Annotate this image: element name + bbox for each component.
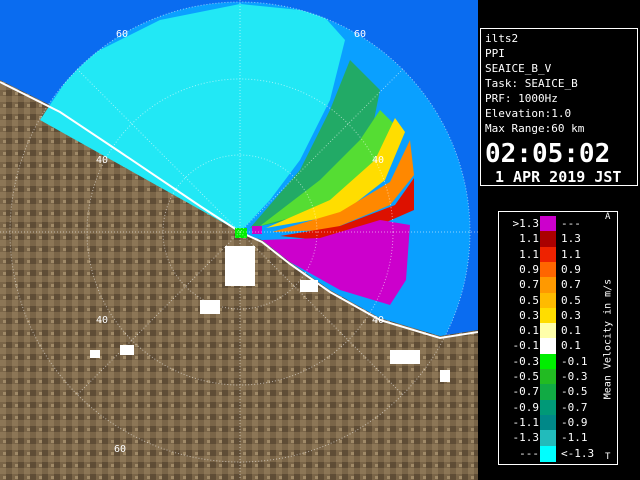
legend-upper-bound: 0.9 [561, 262, 581, 276]
legend-lower-bound: 0.7 [519, 278, 539, 292]
radar-ppi-display[interactable]: 60 60 40 40 40 40 60 [0, 0, 478, 480]
legend-swatch [540, 399, 556, 416]
legend-swatch [540, 277, 556, 294]
legend-swatch [540, 246, 556, 263]
elevation-value: Elevation:1.0 [485, 107, 572, 120]
legend-top-marker: A [605, 212, 611, 222]
scan-mode: PPI [485, 47, 505, 60]
legend-swatch [540, 369, 556, 385]
legend-upper-bound: 1.1 [561, 247, 581, 261]
task-name: Task: SEAICE_B [485, 77, 578, 90]
legend-upper-bound: 0.3 [561, 308, 581, 322]
legend-lower-bound: -0.1 [512, 339, 540, 353]
legend-swatch [540, 384, 556, 401]
legend-upper-bound: -0.1 [561, 354, 588, 368]
radar-name: ilts2 [485, 32, 519, 45]
legend-swatch [540, 307, 556, 324]
legend-lower-bound: 0.5 [519, 293, 539, 307]
velocity-legend: >1.3 --- 1.1 1.3 1.1 1.1 0.9 0.9 0.7 0.7 0.5 0.5 0.3… [498, 211, 618, 465]
legend-swatch [540, 292, 556, 309]
legend-lower-bound: -0.7 [512, 385, 540, 399]
legend-lower-bound: --- [519, 446, 539, 460]
legend-upper-bound: -0.5 [561, 385, 588, 399]
legend-swatch [540, 323, 556, 340]
legend-lower-bound: 0.3 [519, 308, 539, 322]
legend-swatch [540, 338, 556, 355]
legend-upper-bound: 0.5 [561, 293, 581, 307]
legend-upper-bound: 0.7 [561, 278, 581, 292]
legend-upper-bound: 1.3 [561, 232, 581, 246]
legend-swatch [540, 261, 556, 278]
legend-lower-bound: 1.1 [519, 247, 539, 261]
legend-upper-bound: --- [561, 217, 581, 230]
legend-upper-bound: -1.1 [561, 431, 588, 445]
legend-upper-bound: <-1.3 [561, 446, 595, 460]
range-label: 60 [114, 444, 126, 455]
legend-lower-bound: -1.3 [512, 431, 540, 445]
scan-date: 1 APR 2019 JST [495, 168, 622, 186]
range-label: 40 [96, 155, 108, 166]
legend-lower-bound: >1.3 [512, 217, 540, 230]
legend-bottom-marker: T [605, 452, 611, 462]
legend-upper-bound: -0.3 [561, 370, 588, 383]
product-name: SEAICE_B_V [485, 62, 552, 75]
radar-info-panel: ilts2 PPI SEAICE_B_V Task: SEAICE_B PRF:… [480, 28, 638, 186]
legend-swatch [540, 216, 556, 232]
legend-lower-bound: 0.1 [519, 324, 539, 338]
legend-swatch [540, 414, 556, 431]
range-label: 40 [96, 315, 108, 326]
legend-lower-bound: -0.9 [512, 400, 540, 414]
legend-swatch [540, 430, 556, 447]
legend-upper-bound: 0.1 [561, 324, 581, 338]
legend-lower-bound: 1.1 [519, 232, 539, 246]
max-range-value: Max Range:60 km [485, 122, 585, 135]
range-label: 40 [372, 315, 384, 326]
scan-time: 02:05:02 [485, 139, 611, 169]
range-label: 60 [354, 29, 366, 40]
prf-value: PRF: 1000Hz [485, 92, 558, 105]
legend-swatch [540, 353, 556, 370]
range-label: 40 [372, 155, 384, 166]
legend-swatch [540, 231, 556, 248]
legend-lower-bound: -0.5 [512, 370, 540, 383]
legend-swatch [540, 445, 556, 462]
range-label: 60 [116, 29, 128, 40]
legend-lower-bound: 0.9 [519, 262, 539, 276]
legend-upper-bound: -0.9 [561, 415, 588, 429]
legend-lower-bound: -0.3 [512, 354, 540, 368]
legend-title: Mean Velocity in m/s [602, 278, 614, 400]
legend-upper-bound: 0.1 [561, 339, 581, 353]
legend-upper-bound: -0.7 [561, 400, 588, 414]
legend-lower-bound: -1.1 [512, 415, 540, 429]
